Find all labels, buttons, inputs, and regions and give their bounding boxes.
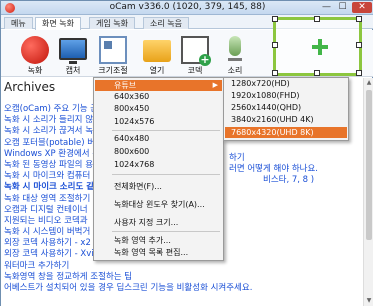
archive-link-tail[interactable]: 비스타, 7, 8 )	[263, 173, 314, 185]
menu-item-edit-region-list[interactable]: 녹화 영역 목록 편집...	[95, 247, 222, 258]
menu-separator	[112, 174, 220, 175]
tab-audio-record[interactable]: 소리 녹음	[143, 17, 189, 29]
codec-label: 코덱	[187, 66, 203, 75]
resize-handle-top-right[interactable]	[356, 16, 362, 22]
archives-heading: Archives	[4, 80, 56, 94]
open-button[interactable]: 열기	[139, 32, 175, 76]
youtube-submenu: 1280x720(HD) 1920x1080(FHD) 2560x1440(QH…	[223, 77, 349, 141]
capture-region-frame[interactable]	[272, 16, 362, 76]
codec-button[interactable]: 코덱	[177, 32, 213, 76]
record-label: 녹화	[27, 66, 43, 75]
submenu-item-4k[interactable]: 3840x2160(UHD 4K)	[225, 114, 347, 125]
menu-item-640x480[interactable]: 640x480	[95, 133, 222, 144]
menu-item-find-window[interactable]: 녹화대상 윈도우 찾기(A)...	[95, 199, 222, 210]
resize-label: 크기조절	[98, 66, 128, 75]
resize-button[interactable]: 크기조절	[95, 32, 131, 76]
submenu-item-1440p[interactable]: 2560x1440(QHD)	[225, 102, 347, 113]
archive-link[interactable]: 녹화 시 소리가 끊겨서 녹	[4, 124, 93, 136]
open-label: 열기	[149, 66, 165, 75]
menu-item-1024x768[interactable]: 1024x768	[95, 159, 222, 170]
menu-item-800x450[interactable]: 800x450	[95, 103, 222, 114]
submenu-item-1080p[interactable]: 1920x1080(FHD)	[225, 90, 347, 101]
submenu-item-720p[interactable]: 1280x720(HD)	[225, 78, 347, 89]
window-title: oCam v336.0 (1020, 379, 145, 88)	[109, 2, 266, 12]
resize-icon	[99, 36, 127, 64]
menu-item-add-region[interactable]: 녹화 영역 추가...	[95, 235, 222, 246]
microphone-icon	[229, 36, 241, 56]
vertical-scrollbar[interactable]: ▲ ▼	[363, 78, 373, 306]
resize-handle-right[interactable]	[356, 42, 362, 48]
capture-button[interactable]: 캡처	[55, 32, 91, 76]
sound-label: 소리	[227, 66, 243, 75]
resize-handle-top-left[interactable]	[272, 16, 278, 22]
archive-link[interactable]: 녹화 시 마이크 소리도 같	[4, 180, 94, 192]
archive-link[interactable]: 어베스트가 설치되어 있을 경우 딥스크린 기능을 비활성화 시켜주세요.	[4, 281, 252, 293]
menu-item-label: 유튜브	[114, 81, 137, 90]
codec-icon	[181, 36, 211, 66]
ocam-window: oCam v336.0 (1020, 379, 145, 88) — ☐ ✕ 메…	[0, 0, 373, 306]
menu-item-fullscreen[interactable]: 전체화면(F)...	[95, 181, 222, 192]
menu-separator	[112, 231, 220, 232]
submenu-item-8k[interactable]: 7680x4320(UHD 8K)	[225, 127, 347, 138]
menu-item-youtube[interactable]: 유튜브 ▶	[95, 80, 222, 91]
record-icon	[21, 36, 49, 64]
resize-menu: 유튜브 ▶ 640x360 800x450 1024x576 640x480 8…	[93, 77, 224, 261]
menu-item-800x600[interactable]: 800x600	[95, 146, 222, 157]
scroll-thumb[interactable]	[366, 90, 372, 240]
maximize-button[interactable]: ☐	[335, 2, 350, 13]
move-icon[interactable]	[312, 39, 328, 55]
menu-separator	[112, 130, 220, 131]
close-button[interactable]: ✕	[352, 2, 372, 13]
menu-item-custom-size[interactable]: 사용자 지정 크기...	[95, 217, 222, 228]
capture-label: 캡처	[65, 66, 81, 75]
minimize-button[interactable]: —	[319, 2, 334, 13]
tab-screen-record[interactable]: 화면 녹화	[35, 17, 81, 30]
tab-game-record[interactable]: 게임 녹화	[89, 17, 135, 29]
resize-handle-bottom-left[interactable]	[272, 70, 278, 76]
resize-handle-bottom[interactable]	[314, 70, 320, 76]
microphone-stand	[228, 58, 242, 61]
sound-button[interactable]: 소리	[217, 32, 253, 76]
folder-icon	[143, 40, 171, 62]
tab-menu[interactable]: 메뉴	[4, 17, 33, 29]
resize-handle-bottom-right[interactable]	[356, 70, 362, 76]
archive-link[interactable]: 외장 코덱 사용하기 - Xvi	[4, 247, 94, 259]
resize-handle-top[interactable]	[314, 16, 320, 22]
monitor-icon	[59, 38, 87, 64]
resize-handle-left[interactable]	[272, 42, 278, 48]
scroll-down-arrow-icon[interactable]: ▼	[365, 297, 373, 305]
title-bar: oCam v336.0 (1020, 379, 145, 88) — ☐ ✕	[1, 1, 373, 15]
submenu-arrow-icon: ▶	[212, 81, 218, 89]
scroll-up-arrow-icon[interactable]: ▲	[365, 79, 373, 87]
menu-item-640x360[interactable]: 640x360	[95, 91, 222, 102]
menu-item-1024x576[interactable]: 1024x576	[95, 116, 222, 127]
record-button[interactable]: 녹화	[17, 32, 53, 76]
